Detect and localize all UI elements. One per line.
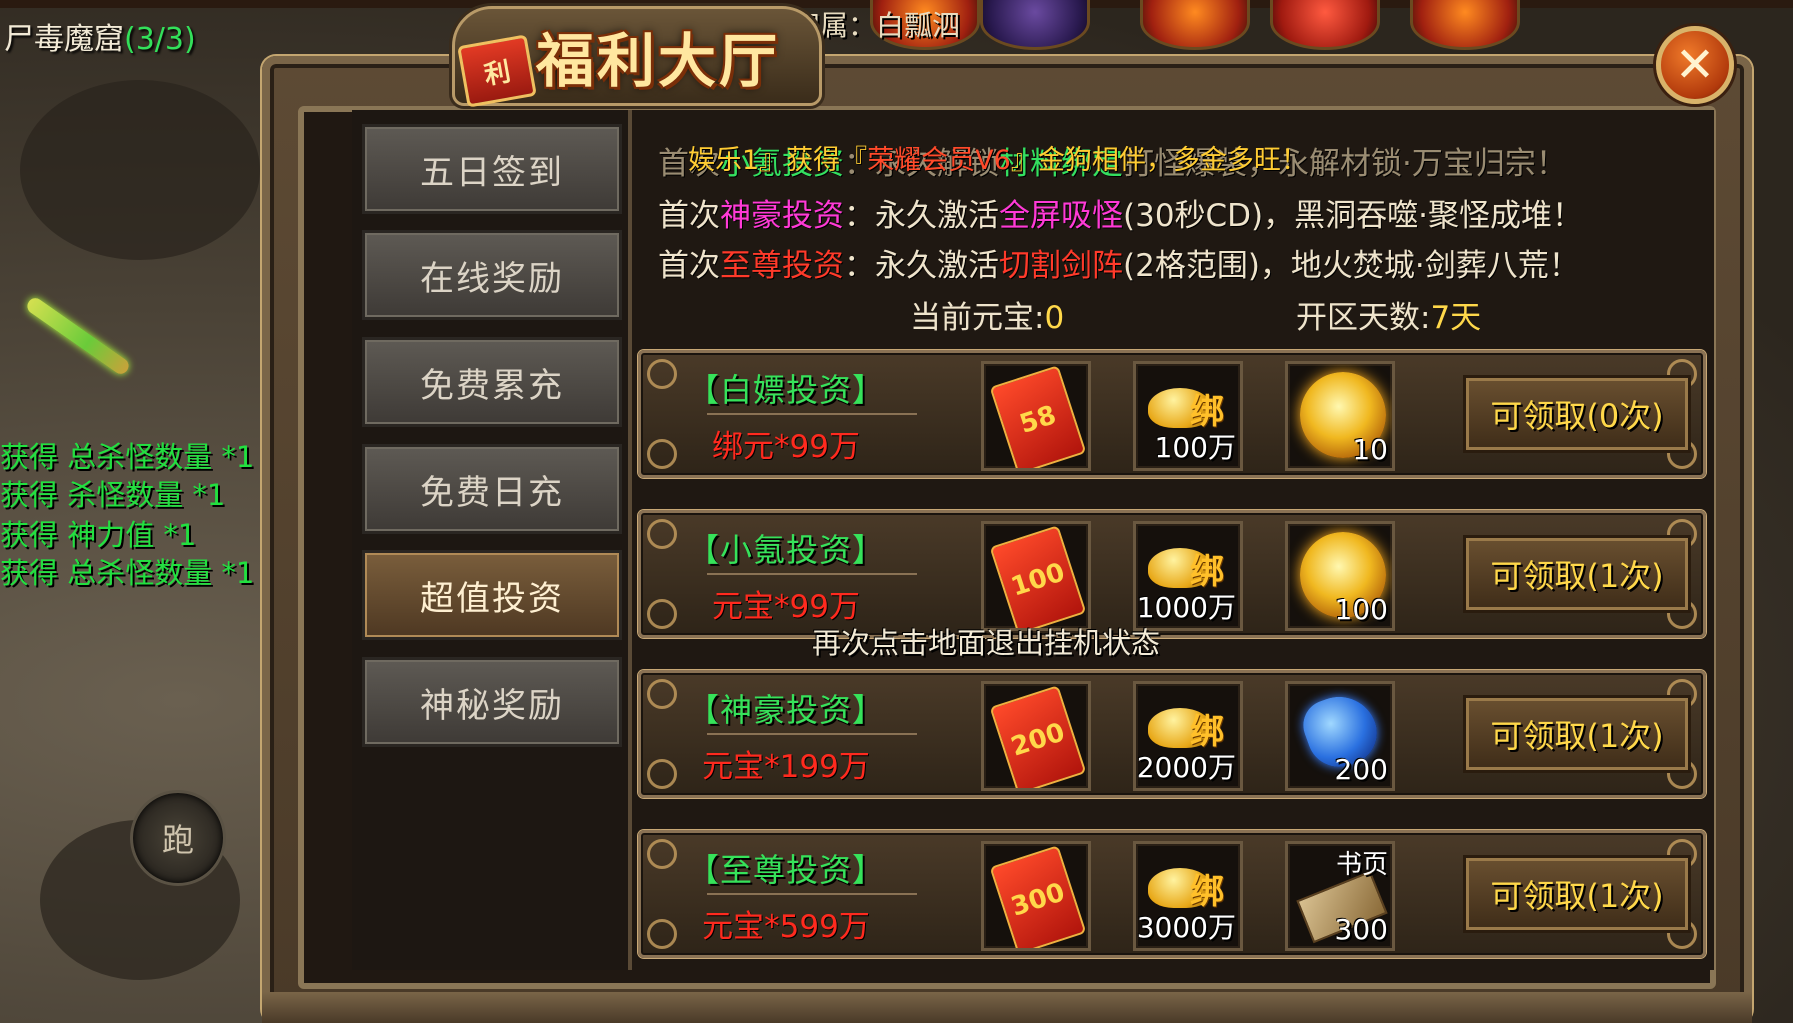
reward-slot-red-envelope[interactable]: 100 [981,521,1091,631]
red-envelope-icon: 58 [989,365,1087,468]
event-icon[interactable] [1410,0,1520,50]
info-prefix: 首次 [658,248,720,284]
yuanbao-value: 0 [1044,300,1065,336]
tier-cost: 元宝*599万 [702,909,870,945]
red-envelope-icon: 200 [989,685,1087,788]
item-quantity: 3000万 [1136,911,1236,944]
days-value: 7天 [1430,300,1482,336]
tier-divider [707,733,917,735]
reward-slot-bound-ingot[interactable]: 绑 3000万 [1133,841,1243,951]
tier-cost: 绑元*99万 [712,429,860,465]
investment-tier-free: 【白嫖投资】 绑元*99万 58 绑 100万 10 可领取(0次) [638,350,1706,478]
tab-value-investment[interactable]: 超值投资 [362,550,622,640]
tab-mystery-reward[interactable]: 神秘奖励 [362,657,622,747]
marquee-text: 』金狗相伴，多金多旺！ [1010,145,1308,176]
quest-tracker[interactable]: 尸毒魔窟(3/3) [4,14,196,58]
reward-slot-bound-ingot[interactable]: 绑 100万 [1133,361,1243,471]
fire-icon[interactable] [1140,0,1250,50]
tier-name: 【神豪投资】 [686,691,885,729]
reward-slot-bound-ingot[interactable]: 绑 1000万 [1133,521,1243,631]
info-feature: 切割剑阵 [999,248,1123,284]
auto-battle-hint: 再次点击地面退出挂机状态 [812,626,1161,660]
reward-slot-gem[interactable]: 200 [1285,681,1395,791]
item-quantity: 10 [1352,433,1388,466]
item-quantity: 2000万 [1136,751,1236,784]
tab-free-cumulative-recharge[interactable]: 免费累充 [362,337,622,427]
tier-name: 【小氪投资】 [686,531,885,569]
quest-name: 尸毒魔窟 [4,22,124,57]
claim-button[interactable]: 可领取(1次) [1463,535,1691,613]
system-log-line: 获得 总杀怪数量 *1 [0,440,255,474]
item-label: 书页 [1335,850,1388,880]
investment-tier-small: 【小氪投资】 元宝*99万 100 绑 1000万 100 可领取(1次) [638,510,1706,638]
info-verb: ：永久激活 [844,198,999,234]
close-button[interactable]: ✕ [1656,26,1734,104]
reward-slot-bound-ingot[interactable]: 绑 2000万 [1133,681,1243,791]
info-desc: (30秒CD)，黑洞吞噬·聚怪成堆！ [1123,198,1584,234]
yuanbao-label: 当前元宝: [910,300,1045,336]
reward-slot-red-envelope[interactable]: 300 [981,841,1091,951]
yuanbao-balance: 当前元宝:0 [910,292,1064,337]
tier-divider [707,893,917,895]
gift-icon[interactable] [1270,0,1380,50]
investment-tier-rich: 【神豪投资】 元宝*199万 200 绑 2000万 200 可领取(1次) [638,670,1706,798]
info-row-rich-investment: 首次神豪投资：永久激活全屏吸怪(30秒CD)，黑洞吞噬·聚怪成堆！ [658,190,1583,235]
panel-title: 福利大厅 [536,27,781,95]
red-envelope-icon: 300 [989,845,1087,948]
marquee-text: 娱乐1』获得『 [688,145,868,176]
welfare-tag-icon: 利 [457,34,537,108]
quest-count: (3/3) [124,22,196,57]
info-prefix: 首次 [658,198,720,234]
item-quantity: 100万 [1154,431,1236,464]
claim-button[interactable]: 可领取(0次) [1463,375,1691,453]
boss-icon[interactable] [980,0,1090,50]
info-row-supreme-investment: 首次至尊投资：永久激活切割剑阵(2格范围)，地火焚城·剑葬八荒！ [658,240,1580,285]
reward-slot-red-envelope[interactable]: 200 [981,681,1091,791]
system-log-line: 获得 神力值 *1 [0,518,197,552]
broadcast-marquee: 娱乐1』获得『荣耀会员V6』金狗相伴，多金多旺！ [688,138,1688,186]
panel-bottom-frame [262,992,1752,1023]
system-log-line: 获得 总杀怪数量 *1 [0,556,255,590]
tier-divider [707,413,917,415]
tier-cost: 元宝*199万 [702,749,870,785]
red-envelope-icon: 100 [989,525,1087,628]
info-feature: 全屏吸怪 [999,198,1123,234]
tier-name: 【白嫖投资】 [686,371,885,409]
days-label: 开区天数: [1296,300,1431,336]
investment-tier-supreme: 【至尊投资】 元宝*599万 300 绑 3000万 书页 300 可领取(1次… [638,830,1706,958]
system-log-line: 获得 杀怪数量 *1 [0,478,226,512]
claim-button[interactable]: 可领取(1次) [1463,855,1691,933]
reward-slot-orb[interactable]: 10 [1285,361,1395,471]
info-tier: 神豪投资 [720,198,844,234]
item-quantity: 100 [1334,593,1388,626]
rock [20,80,260,260]
welfare-sidebar: 五日签到 在线奖励 免费累充 免费日充 超值投资 神秘奖励 [352,110,632,970]
reward-slot-orb[interactable]: 100 [1285,521,1395,631]
claim-button[interactable]: 可领取(1次) [1463,695,1691,773]
tier-name: 【至尊投资】 [686,851,885,889]
info-tier: 至尊投资 [720,248,844,284]
item-quantity: 300 [1334,913,1388,946]
tab-online-reward[interactable]: 在线奖励 [362,230,622,320]
tab-five-day-signin[interactable]: 五日签到 [362,124,622,214]
reward-slot-book-page[interactable]: 书页 300 [1285,841,1395,951]
run-toggle-button[interactable]: 跑 [130,790,226,886]
item-quantity: 200 [1334,753,1388,786]
marquee-highlight: 荣耀会员V6 [867,145,1011,176]
tab-free-daily-recharge[interactable]: 免费日充 [362,444,622,534]
info-verb: ：永久激活 [844,248,999,284]
reward-slot-red-envelope[interactable]: 58 [981,361,1091,471]
tier-divider [707,573,917,575]
info-desc: (2格范围)，地火焚城·剑葬八荒！ [1123,248,1580,284]
server-days: 开区天数:7天 [1296,292,1481,337]
